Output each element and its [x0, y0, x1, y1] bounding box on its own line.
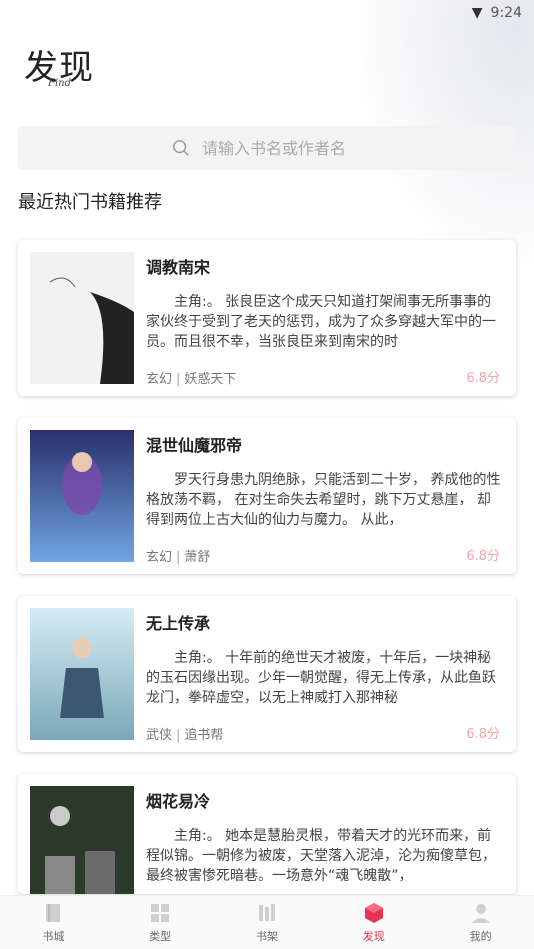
bottom-tab-bar: 书城 类型 书架 发现 我的: [0, 895, 534, 949]
book-title: 烟花易冷: [146, 792, 211, 811]
cube-icon: [364, 903, 383, 923]
book-score: 6.8分: [466, 371, 500, 386]
shelf-icon: [258, 904, 275, 921]
page-header: 发现 Find: [24, 40, 94, 89]
book-score: 6.8分: [466, 549, 500, 564]
book-cover[interactable]: [30, 430, 134, 562]
book-category: 玄幻: [146, 372, 173, 387]
book-cover[interactable]: [30, 786, 134, 894]
meta-separator: |: [176, 728, 181, 743]
book-meta: 武侠 | 追书帮: [146, 724, 223, 743]
book-icon: [46, 904, 61, 922]
section-title: 最近热门书籍推荐: [18, 192, 162, 213]
tab-bookshelf[interactable]: 书架: [227, 901, 307, 944]
book-description: 主角:。 她本是慧胎灵根，带着天才的光环而来，前程似锦。一朝修为被废，天堂落入泥…: [146, 828, 496, 884]
book-author: 妖惑天下: [184, 372, 237, 387]
book-meta: 玄幻 | 萧舒: [146, 546, 210, 565]
tab-label: 发现: [362, 930, 385, 943]
book-description: 主角:。 张良臣这个成天只知道打架闹事无所事事的家伙终于受到了老天的惩罚，成为了…: [146, 294, 496, 350]
book-category: 武侠: [146, 728, 173, 743]
wifi-icon: ▼: [471, 5, 483, 21]
tab-discover[interactable]: 发现: [334, 901, 414, 944]
status-bar: ▼ 9:24: [0, 0, 534, 26]
tab-mine[interactable]: 我的: [441, 901, 521, 944]
meta-separator: |: [176, 550, 181, 565]
book-author: 追书帮: [184, 728, 224, 743]
book-description: 主角:。 十年前的绝世天才被废，十年后，一块神秘的玉石因缘出现。少年一朝觉醒，得…: [146, 650, 496, 706]
book-title: 调教南宋: [146, 258, 211, 277]
status-time: 9:24: [490, 5, 522, 21]
book-meta: 玄幻 | 妖惑天下: [146, 368, 236, 387]
tab-bookstore[interactable]: 书城: [13, 901, 93, 944]
book-author: 萧舒: [184, 550, 211, 565]
book-title: 混世仙魔邪帝: [146, 436, 243, 455]
tab-category[interactable]: 类型: [120, 901, 200, 944]
book-title: 无上传承: [146, 614, 211, 633]
grid-icon: [151, 904, 170, 922]
tab-label: 书架: [255, 930, 278, 943]
tab-label: 类型: [149, 930, 172, 943]
book-card[interactable]: 混世仙魔邪帝 罗天行身患九阴绝脉，只能活到二十岁， 养成他的性格放荡不羁， 在对…: [18, 418, 516, 574]
book-cover[interactable]: [30, 608, 134, 740]
book-description: 罗天行身患九阴绝脉，只能活到二十岁， 养成他的性格放荡不羁， 在对生命失去希望时…: [146, 472, 501, 528]
book-card[interactable]: 烟花易冷 主角:。 她本是慧胎灵根，带着天才的光环而来，前程似锦。一朝修为被废，…: [18, 774, 516, 894]
tab-label: 我的: [469, 930, 492, 943]
meta-separator: |: [176, 372, 181, 387]
search-bar[interactable]: [18, 126, 516, 170]
search-icon: [173, 140, 189, 156]
book-score: 6.8分: [466, 727, 500, 742]
book-card[interactable]: 调教南宋 主角:。 张良臣这个成天只知道打架闹事无所事事的家伙终于受到了老天的惩…: [18, 240, 516, 396]
search-input[interactable]: [202, 138, 362, 158]
page-subtitle: Find: [48, 78, 71, 89]
user-icon: [471, 904, 490, 923]
book-list: 调教南宋 主角:。 张良臣这个成天只知道打架闹事无所事事的家伙终于受到了老天的惩…: [18, 240, 516, 916]
book-cover[interactable]: [30, 252, 134, 384]
tab-label: 书城: [42, 930, 65, 943]
book-card[interactable]: 无上传承 主角:。 十年前的绝世天才被废，十年后，一块神秘的玉石因缘出现。少年一…: [18, 596, 516, 752]
book-category: 玄幻: [146, 550, 173, 565]
